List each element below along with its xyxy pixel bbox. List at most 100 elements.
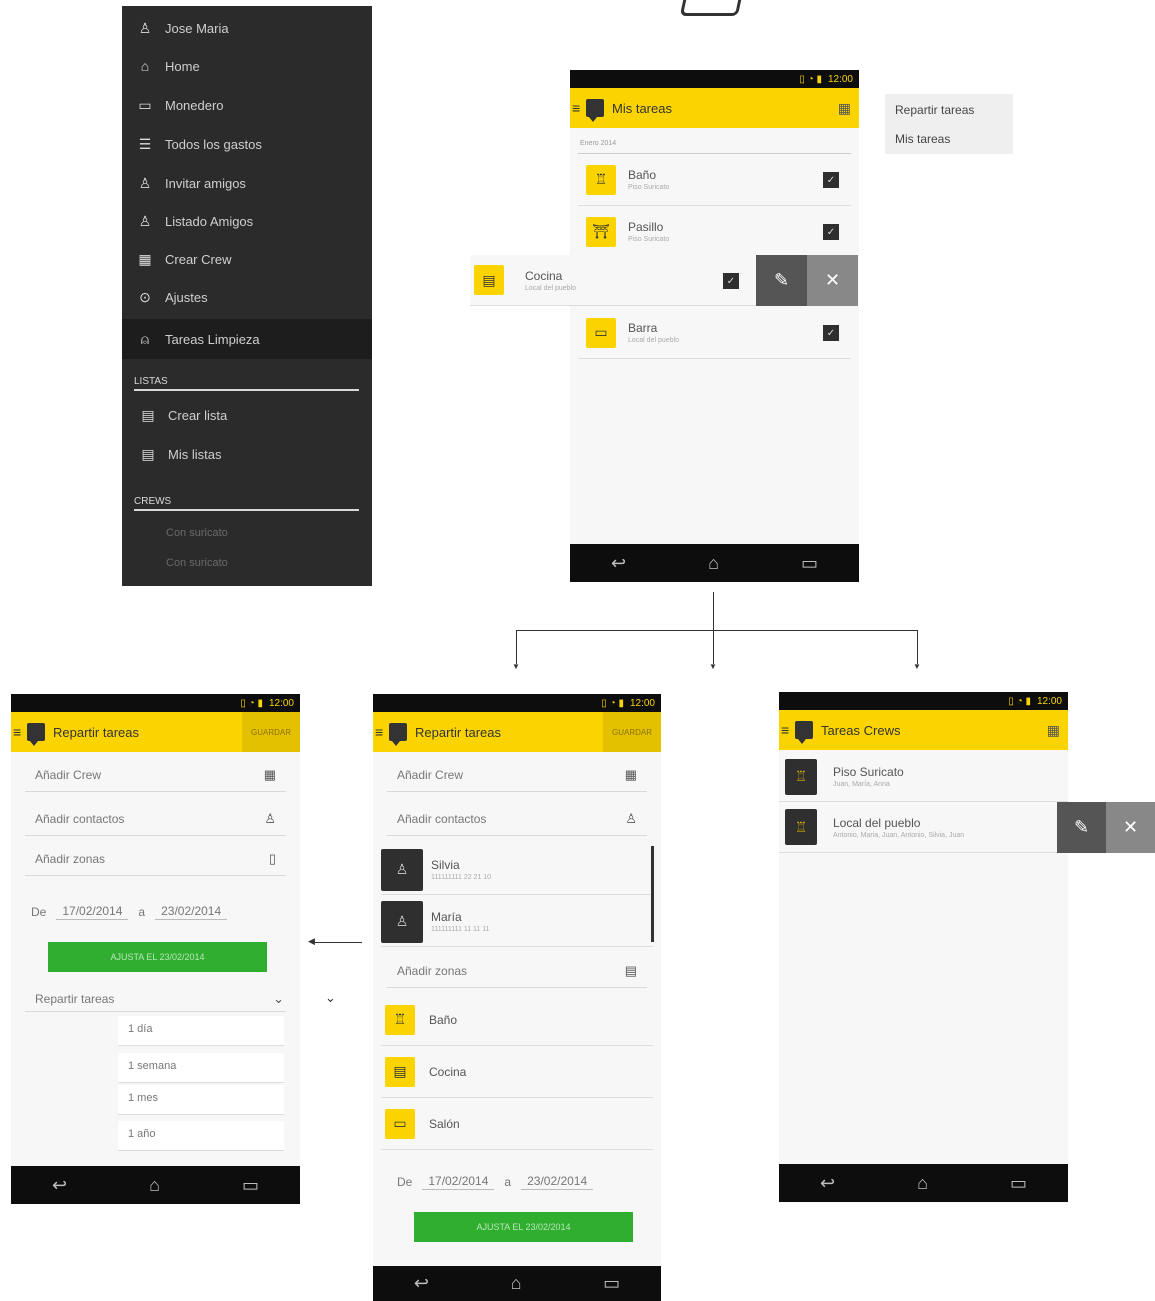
app-logo-icon <box>586 99 604 122</box>
zone-row[interactable]: ▤ Cocina <box>381 1046 653 1098</box>
screen-mis-tareas: ▯ ◔ ▮ 12:00 ≡ Mis tareas ▦ Enero 2014 ♖ B… <box>570 70 859 582</box>
back-icon[interactable]: ↩ <box>52 1175 67 1196</box>
option-item[interactable]: 1 año <box>118 1121 284 1151</box>
checkbox-icon[interactable]: ✓ <box>823 172 839 188</box>
recents-icon[interactable]: ▭ <box>801 553 818 574</box>
drawer-item-cleaning[interactable]: ⍝ Tareas Limpieza <box>122 319 372 359</box>
task-row[interactable]: ▭ Barra Local del pueblo ✓ <box>578 307 851 359</box>
date-to-input[interactable]: 23/02/2014 <box>521 1174 594 1190</box>
task-subtitle: Local del pueblo <box>525 284 576 292</box>
overflow-menu: Repartir tareas Mis tareas <box>885 94 1013 154</box>
home-nav-icon[interactable]: ⌂ <box>511 1273 522 1294</box>
edit-icon[interactable]: ✎ <box>756 255 807 306</box>
home-nav-icon[interactable]: ⌂ <box>708 553 719 574</box>
drawer-item-invite[interactable]: ♙ Invitar amigos <box>122 165 372 201</box>
menu-icon[interactable]: ≡ <box>13 724 23 740</box>
drawer-item-settings[interactable]: ⊙ Ajustes <box>122 279 372 315</box>
task-row[interactable]: ♖ Baño Piso Suricato ✓ <box>578 154 851 206</box>
contact-name: Silvia <box>431 858 460 872</box>
task-row[interactable]: ⛩ Pasillo Piso Suricato ✓ <box>578 206 851 258</box>
drawer-item-home[interactable]: ⌂ Home <box>122 48 372 84</box>
option-item[interactable]: 1 mes <box>118 1085 284 1115</box>
drawer-item-my-lists[interactable]: ▤ Mis listas <box>122 436 372 472</box>
calendar-add-icon[interactable]: ▦ <box>838 100 851 117</box>
home-nav-icon[interactable]: ⌂ <box>917 1173 928 1194</box>
connector-line <box>917 630 918 664</box>
checkbox-icon[interactable]: ✓ <box>823 224 839 240</box>
drawer-item-label: Ajustes <box>165 289 208 305</box>
edit-icon[interactable]: ✎ <box>1057 802 1106 853</box>
task-row-swiped[interactable]: ▤ Cocina Local del pueblo ✓ <box>470 255 756 306</box>
recents-icon[interactable]: ▭ <box>603 1273 620 1294</box>
menu-icon[interactable]: ≡ <box>375 724 385 740</box>
calendar-add-icon[interactable]: ▦ <box>1047 722 1060 739</box>
home-icon: ⌂ <box>140 58 150 74</box>
drawer-item-expenses[interactable]: ☰ Todos los gastos <box>122 126 372 162</box>
menu-icon[interactable]: ≡ <box>572 100 582 116</box>
drawer-crew-item[interactable]: Con suricato <box>166 527 228 539</box>
building-icon: ▦ <box>138 250 152 267</box>
checkbox-icon[interactable]: ✓ <box>823 325 839 341</box>
close-icon[interactable]: ✕ <box>807 255 858 306</box>
recents-icon[interactable]: ▭ <box>1010 1173 1027 1194</box>
crew-row-swiped[interactable]: ♖ Local del pueblo Antonio, Maria, Juan, … <box>779 802 1057 853</box>
recents-icon[interactable]: ▭ <box>242 1175 259 1196</box>
home-nav-icon[interactable]: ⌂ <box>149 1175 160 1196</box>
date-range: De 17/02/2014 a 23/02/2014 <box>31 904 228 920</box>
swipe-actions: ✎ ✕ <box>756 255 858 306</box>
date-header: Enero 2014 <box>580 140 617 147</box>
battery-icon: ▯ ◔ ▮ <box>1008 695 1031 707</box>
scrollbar[interactable] <box>651 846 654 942</box>
add-zones-field[interactable]: Añadir zonas ▯ <box>25 842 286 876</box>
drawer-item-label: Listado Amigos <box>165 213 254 229</box>
back-icon[interactable]: ↩ <box>414 1273 429 1294</box>
add-crew-field[interactable]: Añadir Crew ▦ <box>387 758 647 792</box>
connector-line <box>713 592 714 630</box>
contact-row[interactable]: ♙ María 111111111 11 11 11 <box>381 897 653 947</box>
list-icon: ☰ <box>138 135 152 152</box>
zone-name: Salón <box>429 1116 460 1131</box>
drawer-crew-item[interactable]: Con suricato <box>166 557 228 569</box>
field-label: Añadir Crew <box>35 767 102 782</box>
back-icon[interactable]: ↩ <box>820 1173 835 1194</box>
drawer-item-label: Mis listas <box>168 446 222 462</box>
status-bar: ▯ ◔ ▮ 12:00 <box>11 694 300 712</box>
drawer-item-profile[interactable]: ♙ Jose Maria <box>122 10 372 46</box>
menu-item-mis-tareas[interactable]: Mis tareas <box>895 132 950 146</box>
contact-row[interactable]: ♙ Silvia 111111111 22 21 10 <box>381 845 653 895</box>
add-zones-field[interactable]: Añadir zonas ▤ <box>387 954 647 988</box>
screen-tareas-crews: ▯ ◔ ▮ 12:00 ≡ Tareas Crews ▦ ♖ Piso Suric… <box>779 692 1068 1203</box>
checkbox-icon[interactable]: ✓ <box>723 273 739 289</box>
date-to-input[interactable]: 23/02/2014 <box>155 904 228 920</box>
add-contacts-field[interactable]: Añadir contactos ♙ <box>25 802 286 836</box>
adjust-button[interactable]: AJUSTA EL 23/02/2014 <box>414 1212 633 1242</box>
save-button[interactable]: GUARDAR <box>242 712 300 752</box>
add-crew-field[interactable]: Añadir Crew ▦ <box>25 758 286 792</box>
close-icon[interactable]: ✕ <box>1106 802 1155 853</box>
menu-item-repartir[interactable]: Repartir tareas <box>895 103 974 117</box>
zone-list-icon: ▤ <box>624 962 637 978</box>
drawer-item-wallet[interactable]: ▭ Monedero <box>122 87 372 123</box>
crew-row[interactable]: ♖ Piso Suricato Juan, María, Anna <box>779 752 1068 802</box>
date-from-input[interactable]: 17/02/2014 <box>56 904 129 920</box>
drawer-item-label: Crear Crew <box>165 251 232 267</box>
drawer-item-friends[interactable]: ♙ Listado Amigos <box>122 203 372 239</box>
wallet-icon: ▭ <box>138 96 152 113</box>
drawer-item-create-crew[interactable]: ▦ Crear Crew <box>122 241 372 277</box>
date-to-label: a <box>504 1175 512 1189</box>
repartir-dropdown[interactable]: Repartir tareas ⌄ <box>25 986 286 1012</box>
date-from-input[interactable]: 17/02/2014 <box>422 1174 495 1190</box>
add-user-icon: ♙ <box>138 174 152 191</box>
app-logo-icon <box>27 723 45 746</box>
option-item[interactable]: 1 día <box>118 1016 284 1046</box>
back-icon[interactable]: ↩ <box>611 553 626 574</box>
add-contacts-field[interactable]: Añadir contactos ♙ <box>387 802 647 836</box>
zone-row[interactable]: ▭ Salón <box>381 1098 653 1150</box>
option-item[interactable]: 1 semana <box>118 1053 284 1083</box>
menu-icon[interactable]: ≡ <box>781 722 791 738</box>
document-icon: ▤ <box>141 406 155 423</box>
adjust-button[interactable]: AJUSTA EL 23/02/2014 <box>48 942 267 972</box>
zone-row[interactable]: ♖ Baño <box>381 994 653 1046</box>
save-button[interactable]: GUARDAR <box>603 712 661 752</box>
drawer-item-create-list[interactable]: ▤ Crear lista <box>122 397 372 433</box>
